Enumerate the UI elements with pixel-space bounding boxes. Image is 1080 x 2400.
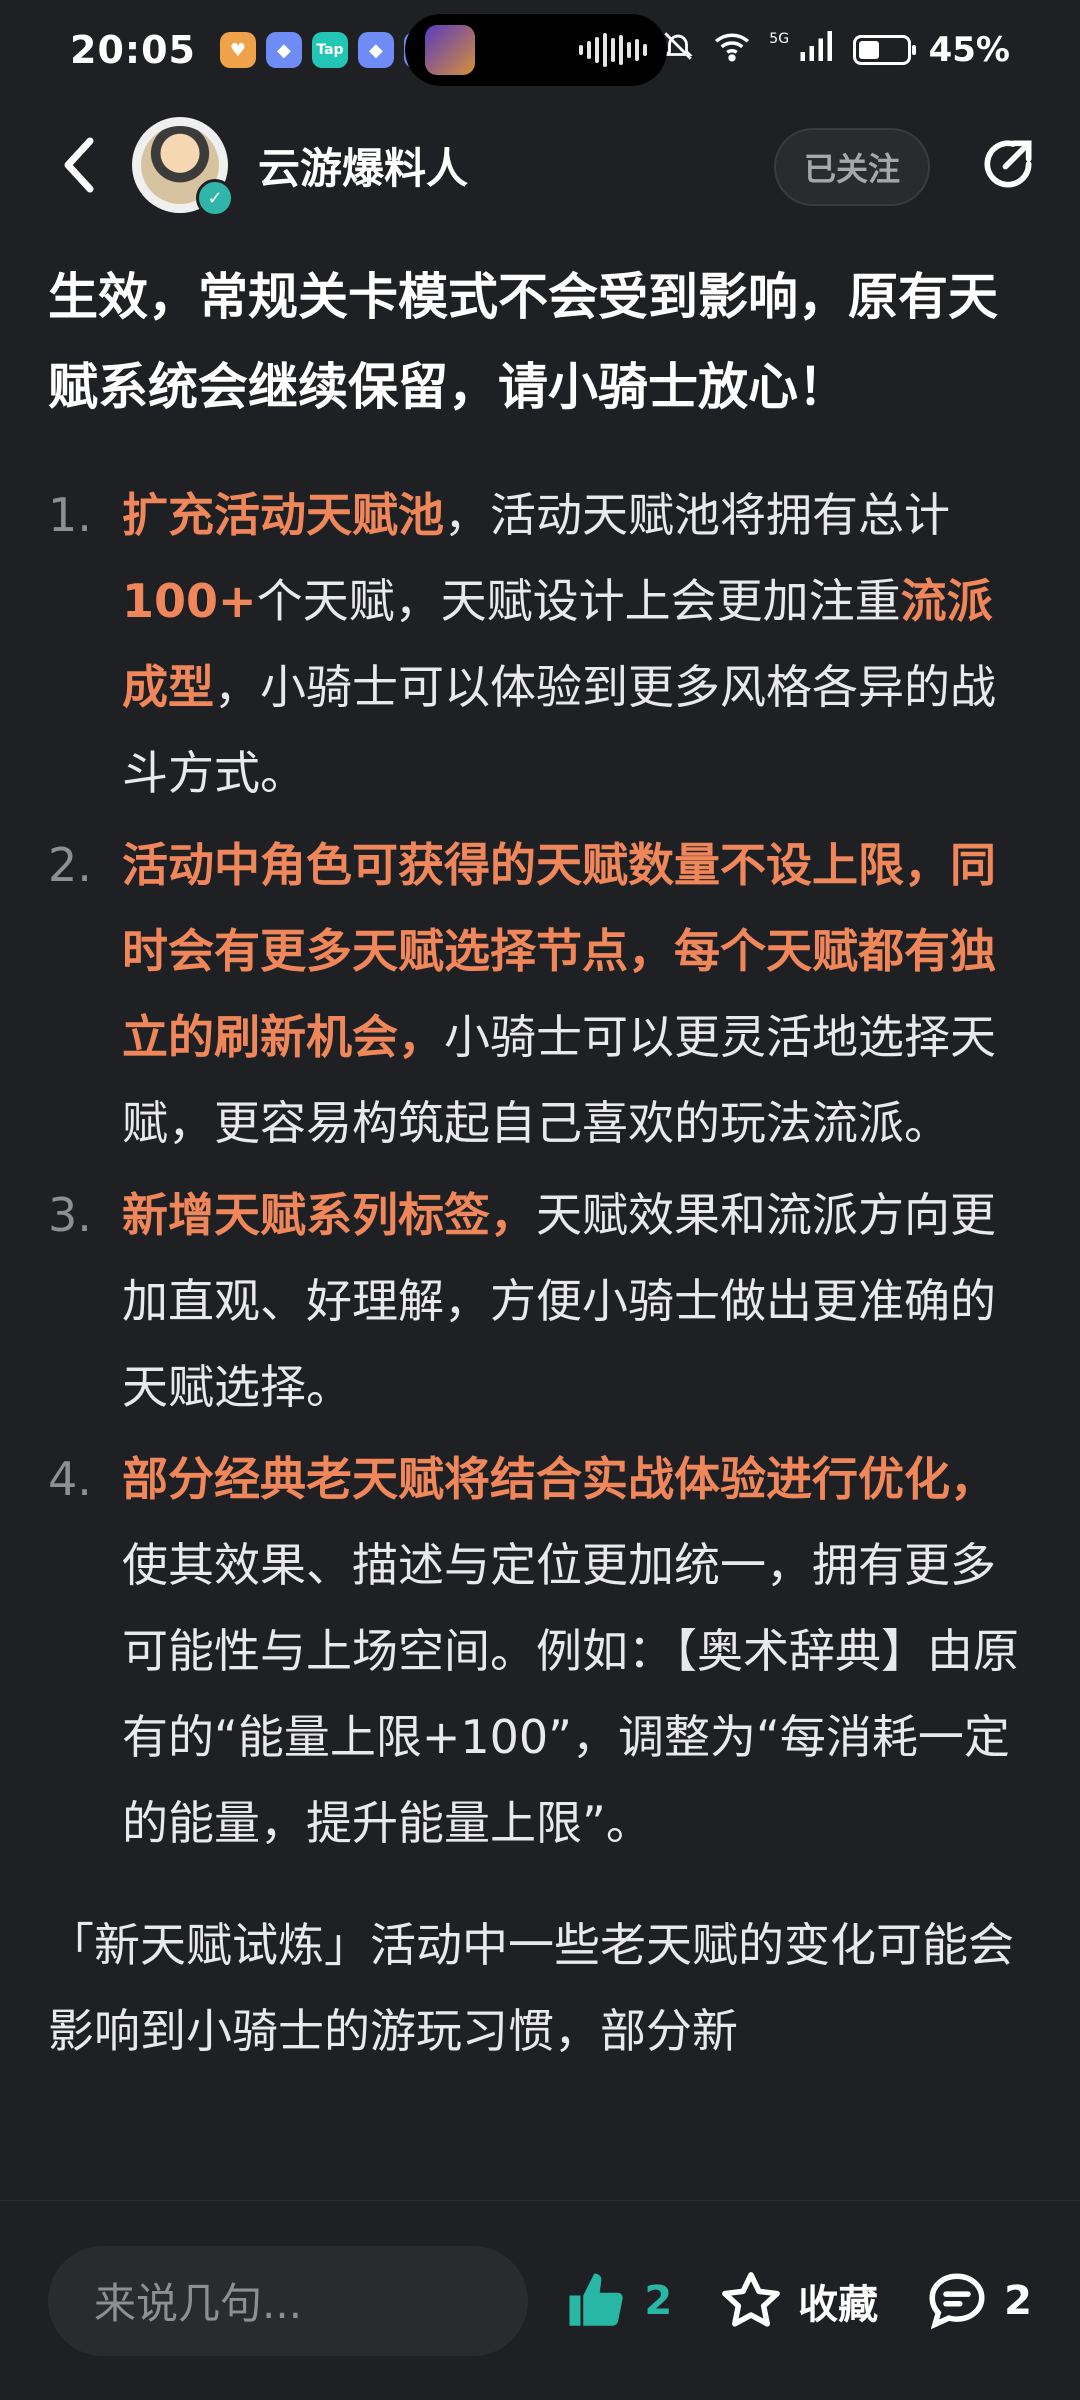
comment-count: 2 — [1004, 2277, 1032, 2324]
body-text: 使其效果、描述与定位更加统一，拥有更多可能性与上场空间。例如：【奥术辞典】由原有… — [122, 1538, 1019, 1850]
follow-button[interactable]: 已关注 — [773, 128, 930, 206]
taptap-app-icon: Tap — [311, 32, 348, 68]
list-item: 3. 新增天赋系列标签，天赋效果和流派方向更加直观、好理解，方便小骑士做出更准确的… — [48, 1172, 1032, 1430]
like-button[interactable]: 2 — [564, 2268, 672, 2334]
media-thumbnail — [425, 25, 475, 75]
list-number: 4. — [48, 1452, 92, 1506]
list-item: 1. 扩充活动天赋池，活动天赋池将拥有总计100+个天赋，天赋设计上会更加注重流派… — [48, 472, 1032, 816]
comment-button[interactable]: 2 — [924, 2268, 1032, 2334]
body-text: 个天赋，天赋设计上会更加注重 — [256, 574, 901, 628]
list-item-text: 部分经典老天赋将结合实战体验进行优化， 使其效果、描述与定位更加统一，拥有更多可能… — [122, 1436, 1032, 1866]
signal-icon: 5G — [769, 31, 834, 69]
list-item-text: 活动中角色可获得的天赋数量不设上限，同时会有更多天赋选择节点，每个天赋都有独立的… — [122, 822, 1032, 1166]
list-item-text: 新增天赋系列标签，天赋效果和流派方向更加直观、好理解，方便小骑士做出更准确的天赋… — [122, 1172, 1032, 1430]
article-body: 生效，常规关卡模式不会受到影响，原有天赋系统会继续保留，请小骑士放心！ 1. 扩充… — [0, 240, 1080, 2200]
app-notification-icon: ◆ — [357, 32, 394, 68]
dynamic-island — [405, 14, 667, 86]
back-arrow-icon — [64, 137, 94, 193]
battery-icon — [852, 35, 916, 65]
status-time: 20:05 — [70, 28, 196, 72]
list-number: 2. — [48, 838, 92, 892]
list-number: 1. — [48, 488, 92, 542]
like-count: 2 — [644, 2277, 673, 2324]
network-type: 5G — [769, 31, 790, 47]
star-icon — [722, 2271, 781, 2327]
author-name[interactable]: 云游爆料人 — [258, 135, 468, 196]
list-number: 3. — [48, 1188, 92, 1242]
highlighted-text: 100+ — [122, 574, 257, 628]
feature-list: 1. 扩充活动天赋池，活动天赋池将拥有总计100+个天赋，天赋设计上会更加注重流派… — [48, 472, 1032, 1866]
author-avatar[interactable]: ✓ — [132, 117, 234, 217]
post-actions: 2 收藏 2 — [564, 2268, 1032, 2334]
status-right: 5G 45% — [661, 29, 1010, 71]
thumbs-up-icon — [569, 2273, 623, 2326]
verified-badge-icon: ✓ — [196, 179, 234, 217]
share-icon — [984, 140, 1032, 188]
list-item-text: 扩充活动天赋池，活动天赋池将拥有总计100+个天赋，天赋设计上会更加注重流派成型… — [122, 472, 1032, 816]
highlighted-text: 扩充活动天赋池 — [122, 488, 444, 542]
status-bar: 20:05 ♥ ◆ Tap ◆ ◆ 5G — [0, 0, 1080, 100]
post-header: ✓ 云游爆料人 已关注 — [0, 110, 1080, 220]
bottom-action-bar: 来说几句... 2 收藏 2 — [0, 2200, 1080, 2400]
comment-placeholder: 来说几句... — [94, 2279, 303, 2328]
favorite-label: 收藏 — [798, 2281, 879, 2328]
favorite-button[interactable]: 收藏 — [718, 2268, 878, 2334]
comment-bubble-icon — [929, 2272, 985, 2329]
wifi-icon — [713, 29, 751, 71]
list-item: 2. 活动中角色可获得的天赋数量不设上限，同时会有更多天赋选择节点，每个天赋都有独… — [48, 822, 1032, 1166]
highlighted-text: 新增天赋系列标签， — [122, 1188, 536, 1242]
status-left: 20:05 ♥ ◆ Tap ◆ ◆ — [70, 28, 440, 72]
list-item: 4. 部分经典老天赋将结合实战体验进行优化， 使其效果、描述与定位更加统一，拥有更多… — [48, 1436, 1032, 1866]
audio-wave-icon — [579, 30, 647, 70]
article-lead: 生效，常规关卡模式不会受到影响，原有天赋系统会继续保留，请小骑士放心！ — [48, 268, 998, 416]
body-text: ，小骑士可以体验到更多风格各异的战斗方式。 — [122, 660, 996, 800]
heart-app-icon: ♥ — [219, 32, 256, 68]
share-button[interactable] — [976, 132, 1040, 196]
highlighted-text: 部分经典老天赋将结合实战体验进行优化， — [122, 1452, 996, 1506]
back-button[interactable] — [40, 125, 120, 205]
battery-percent: 45% — [928, 30, 1010, 70]
app-notification-icon: ◆ — [265, 32, 302, 68]
battery-fill — [858, 41, 880, 59]
body-text: ，活动天赋池将拥有总计 — [444, 488, 950, 542]
article-paragraph: 「新天赋试炼」活动中一些老天赋的变化可能会影响到小骑士的游玩习惯，部分新 — [48, 1918, 1014, 2058]
comment-input[interactable]: 来说几句... — [48, 2245, 528, 2356]
